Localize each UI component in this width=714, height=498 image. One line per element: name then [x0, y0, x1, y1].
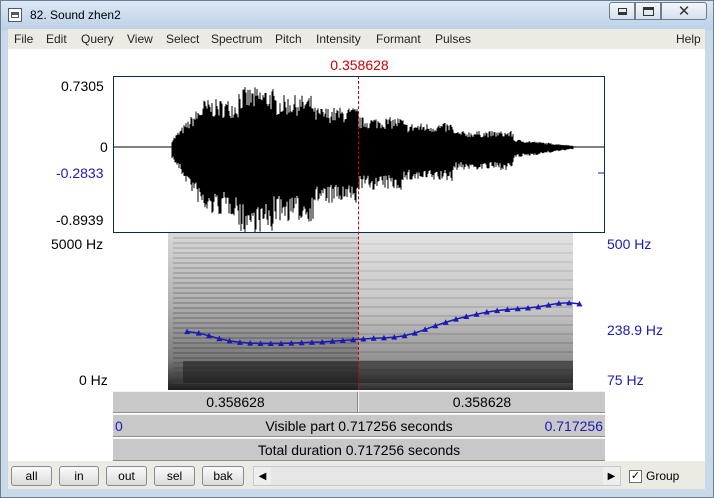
- group-checkbox[interactable]: ✓: [629, 470, 642, 483]
- visible-part-cell: Visible part 0.717256 seconds: [113, 415, 605, 436]
- scroll-left-arrow[interactable]: ◀: [254, 467, 271, 485]
- spec-freq-bottom-label: 0 Hz: [79, 372, 108, 388]
- total-duration-bar[interactable]: Total duration 0.717256 seconds: [113, 438, 605, 461]
- total-duration-label: Total duration 0.717256 seconds: [257, 441, 461, 458]
- spectrogram-plot: [168, 233, 583, 390]
- window-title: 82. Sound zhen2: [30, 8, 121, 22]
- menu-select[interactable]: Select: [166, 32, 199, 46]
- cursor-time-label: 0.358628: [330, 57, 389, 73]
- menu-formant[interactable]: Formant: [376, 32, 421, 46]
- maximize-button[interactable]: [635, 2, 661, 20]
- menu-file[interactable]: File: [14, 32, 33, 46]
- selection-right-segment[interactable]: 0.358628: [359, 392, 605, 412]
- zoom-selection-button[interactable]: sel: [154, 466, 195, 486]
- maximize-icon: [642, 6, 654, 16]
- selection-bar-top: 0.358628 0.358628: [113, 391, 605, 413]
- selection-left-value: 0.358628: [206, 394, 265, 410]
- pitch-value-label: 238.9 Hz: [607, 322, 664, 338]
- scroll-right-arrow[interactable]: ▶: [603, 467, 620, 485]
- zoom-in-button[interactable]: in: [59, 466, 99, 486]
- spectrogram-panel[interactable]: [113, 233, 605, 390]
- menu-bar: File Edit Query View Select Spectrum Pit…: [8, 29, 705, 49]
- wave-ymax-label: 0.7305: [61, 78, 104, 94]
- wave-yzero-label: 0: [100, 139, 108, 155]
- triangle-right-icon: ▶: [607, 470, 616, 482]
- menu-help[interactable]: Help: [676, 32, 701, 46]
- menu-edit[interactable]: Edit: [46, 32, 67, 46]
- close-button[interactable]: ✕: [661, 2, 707, 20]
- minimize-icon: [617, 7, 627, 15]
- triangle-left-icon: ◀: [258, 470, 267, 482]
- visible-end-label: 0.717256: [544, 418, 603, 434]
- wave-ymin-label: -0.8939: [56, 212, 104, 228]
- menu-view[interactable]: View: [127, 32, 153, 46]
- selection-left-segment[interactable]: 0.358628: [113, 392, 358, 412]
- menu-pitch[interactable]: Pitch: [275, 32, 302, 46]
- spec-freq-top-label: 5000 Hz: [51, 236, 104, 252]
- zoom-out-button[interactable]: out: [106, 466, 147, 486]
- wave-yvalue-label: -0.2833: [56, 165, 104, 181]
- pitch-bottom-label: 75 Hz: [607, 372, 644, 388]
- cursor-line: [358, 76, 359, 390]
- close-icon: ✕: [677, 1, 691, 20]
- all-button[interactable]: all: [11, 466, 52, 486]
- visible-part-label: Visible part 0.717256 seconds: [265, 417, 453, 434]
- group-label: Group: [646, 469, 680, 483]
- window-icon: [8, 8, 22, 22]
- menu-intensity[interactable]: Intensity: [316, 32, 361, 46]
- total-duration-cell: Total duration 0.717256 seconds: [113, 439, 605, 460]
- pitch-top-label: 500 Hz: [607, 236, 652, 252]
- check-icon: ✓: [630, 470, 641, 482]
- visible-part-bar[interactable]: 0 Visible part 0.717256 seconds 0.717256: [113, 414, 605, 437]
- zoom-back-button[interactable]: bak: [202, 466, 244, 486]
- menu-query[interactable]: Query: [81, 32, 114, 46]
- title-bar: 82. Sound zhen2 ✕: [1, 1, 713, 30]
- scroll-thumb[interactable]: [271, 467, 603, 485]
- minimize-button[interactable]: [609, 2, 635, 20]
- waveform-panel[interactable]: [113, 76, 605, 233]
- menu-spectrum[interactable]: Spectrum: [211, 32, 262, 46]
- selection-right-value: 0.358628: [452, 394, 512, 410]
- menu-pulses[interactable]: Pulses: [435, 32, 471, 46]
- waveform-plot: [114, 87, 604, 232]
- time-scrollbar[interactable]: ◀ ▶: [253, 466, 621, 486]
